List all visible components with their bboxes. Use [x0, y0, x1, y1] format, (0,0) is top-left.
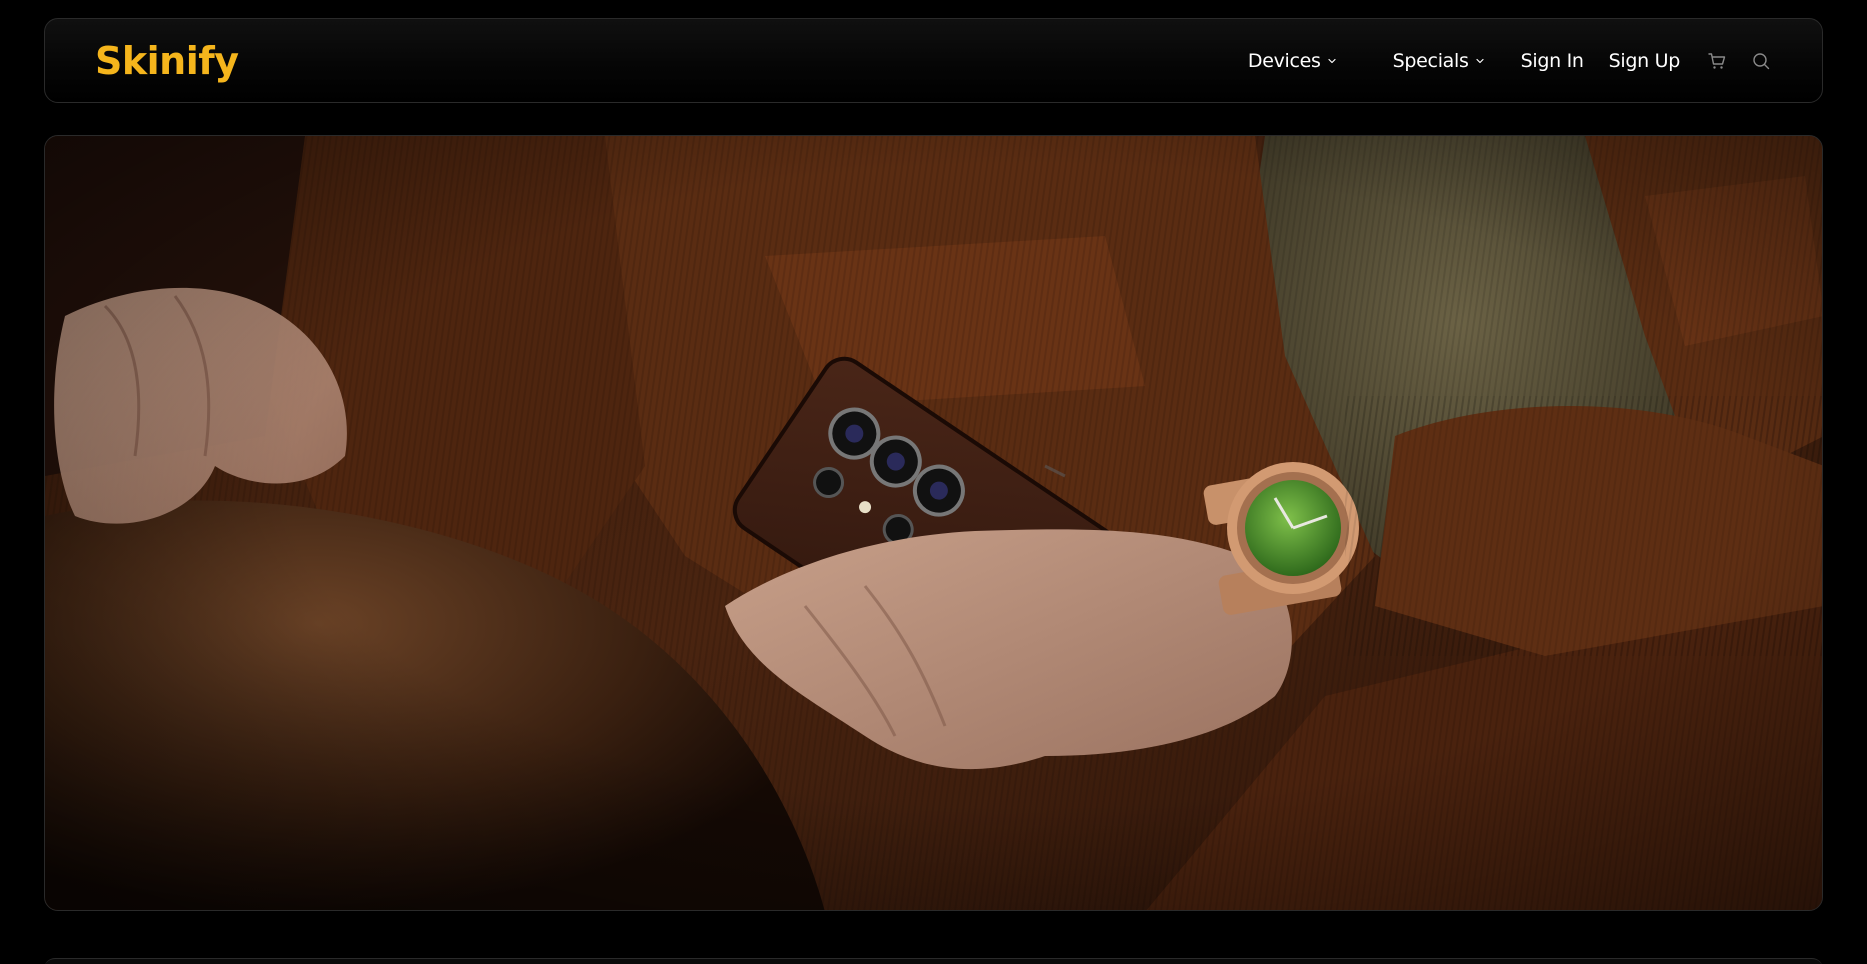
next-section-edge [44, 958, 1823, 964]
top-navbar: Skinify Devices Specials Sign In Sign Up [44, 18, 1823, 103]
sign-up-link[interactable]: Sign Up [1609, 50, 1681, 72]
nav-specials-dropdown[interactable]: Specials [1393, 50, 1485, 72]
main-nav: Devices Specials Sign In Sign Up [1248, 50, 1772, 72]
search-button[interactable] [1750, 50, 1772, 72]
cart-icon [1708, 52, 1726, 69]
nav-devices-dropdown[interactable]: Devices [1248, 50, 1337, 72]
cart-button[interactable] [1706, 50, 1728, 72]
page: Skinify Devices Specials Sign In Sign Up [0, 0, 1867, 964]
chevron-down-icon [1328, 58, 1336, 63]
chevron-down-icon [1476, 58, 1484, 63]
sign-in-link[interactable]: Sign In [1521, 50, 1584, 72]
nav-specials-label: Specials [1392, 49, 1469, 72]
hero-banner [44, 135, 1823, 911]
brand-logo[interactable]: Skinify [95, 42, 239, 80]
hero-image [45, 136, 1822, 910]
nav-devices-label: Devices [1247, 49, 1321, 72]
search-icon [1753, 52, 1770, 69]
